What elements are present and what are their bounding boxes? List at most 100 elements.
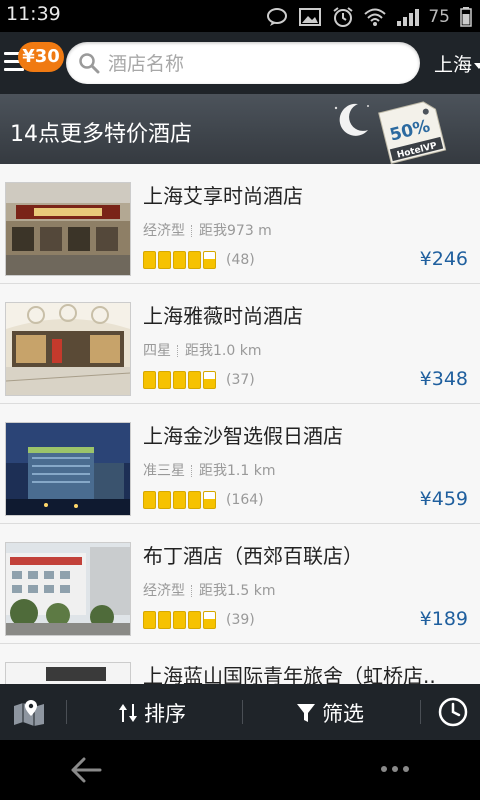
status-icons: 75 xyxy=(266,6,472,28)
rating-bar-icon xyxy=(158,371,171,389)
hotel-list-item[interactable]: 上海蓝山国际青年旅舍（虹桥店.. xyxy=(0,644,480,684)
rating-bar-icon xyxy=(158,491,171,509)
hotel-category: 四星 xyxy=(143,343,171,359)
bottom-action-bar: 排序 筛选 xyxy=(0,684,480,740)
rating-bar-icon xyxy=(173,371,186,389)
city-selector[interactable]: 上海 xyxy=(434,50,480,77)
hotel-photo xyxy=(5,182,131,276)
hotel-meta: 准三星 距我1.1 km xyxy=(143,460,275,480)
rating-bar-icon xyxy=(188,491,201,509)
city-label: 上海 xyxy=(434,54,473,76)
hotel-list-item[interactable]: 上海金沙智选假日酒店 准三星 距我1.1 km (164) ¥459 xyxy=(0,404,480,524)
review-count: (39) xyxy=(226,612,255,628)
divider xyxy=(177,345,179,357)
sort-button[interactable]: 排序 xyxy=(118,698,186,728)
hotel-meta: 经济型 距我1.5 km xyxy=(143,580,275,600)
rating-bar-icon xyxy=(173,251,186,269)
rating-bar-half-icon xyxy=(203,251,216,269)
search-box[interactable] xyxy=(66,42,420,84)
divider xyxy=(191,465,193,477)
hotel-name: 上海金沙智选假日酒店 xyxy=(143,424,343,448)
filter-label: 筛选 xyxy=(322,702,364,726)
divider xyxy=(191,225,193,237)
wifi-icon xyxy=(364,8,387,26)
chevron-down-icon xyxy=(474,62,480,69)
app-bar: ¥30 上海 xyxy=(0,32,480,94)
divider xyxy=(420,700,421,724)
filter-button[interactable]: 筛选 xyxy=(296,698,364,728)
hotel-distance: 距我973 m xyxy=(199,223,272,239)
hotel-photo xyxy=(5,662,131,684)
history-button[interactable] xyxy=(438,697,468,731)
filter-icon xyxy=(297,704,315,722)
hotel-name: 上海艾享时尚酒店 xyxy=(143,184,303,208)
image-icon xyxy=(299,8,322,26)
coupon-badge[interactable]: ¥30 xyxy=(18,42,64,72)
hotel-name: 布丁酒店（西郊百联店） xyxy=(143,544,363,568)
hotel-distance: 距我1.5 km xyxy=(199,583,276,599)
status-bar: 11:39 75 xyxy=(0,0,480,32)
moon-icon xyxy=(334,103,369,136)
rating-bar-icon xyxy=(173,491,186,509)
sort-label: 排序 xyxy=(144,702,186,726)
review-count: (48) xyxy=(226,252,255,268)
hotel-meta: 经济型 距我973 m xyxy=(143,220,272,240)
system-nav-bar xyxy=(0,740,480,800)
divider xyxy=(66,700,67,724)
hotel-name: 上海雅薇时尚酒店 xyxy=(143,304,303,328)
hotel-list-item[interactable]: 上海雅薇时尚酒店 四星 距我1.0 km (37) ¥348 xyxy=(0,284,480,404)
back-arrow-icon[interactable] xyxy=(70,756,102,784)
hotel-list-item[interactable]: 布丁酒店（西郊百联店） 经济型 距我1.5 km (39) ¥189 xyxy=(0,524,480,644)
review-count: (164) xyxy=(226,492,264,508)
more-icon[interactable] xyxy=(380,764,410,774)
hotel-rating: (39) xyxy=(143,610,255,630)
hotel-distance: 距我1.0 km xyxy=(185,343,262,359)
rating-bar-icon xyxy=(188,251,201,269)
hotel-list-item[interactable]: 上海艾享时尚酒店 经济型 距我973 m (48) ¥246 xyxy=(0,164,480,284)
hotel-price: ¥189 xyxy=(419,608,468,630)
rating-bar-half-icon xyxy=(203,491,216,509)
hotel-distance: 距我1.1 km xyxy=(199,463,276,479)
rating-bar-half-icon xyxy=(203,611,216,629)
review-count: (37) xyxy=(226,372,255,388)
hotel-rating: (37) xyxy=(143,370,255,390)
hotel-price: ¥246 xyxy=(419,248,468,270)
rating-bar-half-icon xyxy=(203,371,216,389)
rating-bar-icon xyxy=(158,611,171,629)
hotel-photo xyxy=(5,422,131,516)
sort-icon xyxy=(119,704,137,722)
hotel-price: ¥459 xyxy=(419,488,468,510)
search-icon xyxy=(79,53,100,74)
rating-bar-icon xyxy=(188,611,201,629)
rating-bar-icon xyxy=(158,251,171,269)
promo-title: 14点更多特价酒店 xyxy=(10,122,192,147)
status-time: 11:39 xyxy=(6,3,61,25)
divider xyxy=(191,585,193,597)
rating-bar-icon xyxy=(143,611,156,629)
map-button[interactable] xyxy=(12,698,46,730)
hotel-price: ¥348 xyxy=(419,368,468,390)
promo-banner[interactable]: 14点更多特价酒店 50% HotelVP xyxy=(0,94,480,164)
hotel-category: 经济型 xyxy=(143,223,185,239)
rating-bar-icon xyxy=(143,491,156,509)
map-icon xyxy=(14,700,44,726)
hotel-meta: 四星 距我1.0 km xyxy=(143,340,261,360)
alarm-icon xyxy=(333,7,353,27)
hotel-name: 上海蓝山国际青年旅舍（虹桥店.. xyxy=(143,664,436,684)
rating-bar-icon xyxy=(143,371,156,389)
battery-level: 75 xyxy=(428,7,450,27)
hotel-category: 经济型 xyxy=(143,583,185,599)
discount-tag-icon: 50% HotelVP xyxy=(378,101,447,164)
hotel-list[interactable]: 上海艾享时尚酒店 经济型 距我973 m (48) ¥246 上海雅薇时尚酒店 … xyxy=(0,164,480,684)
rating-bar-icon xyxy=(143,251,156,269)
hotel-rating: (164) xyxy=(143,490,264,510)
hotel-rating: (48) xyxy=(143,250,255,270)
chat-icon xyxy=(267,8,288,26)
hotel-photo xyxy=(5,542,131,636)
rating-bar-icon xyxy=(188,371,201,389)
hotel-photo xyxy=(5,302,131,396)
rating-bar-icon xyxy=(173,611,186,629)
clock-icon xyxy=(438,697,468,727)
divider xyxy=(242,700,243,724)
search-input[interactable] xyxy=(106,48,410,80)
